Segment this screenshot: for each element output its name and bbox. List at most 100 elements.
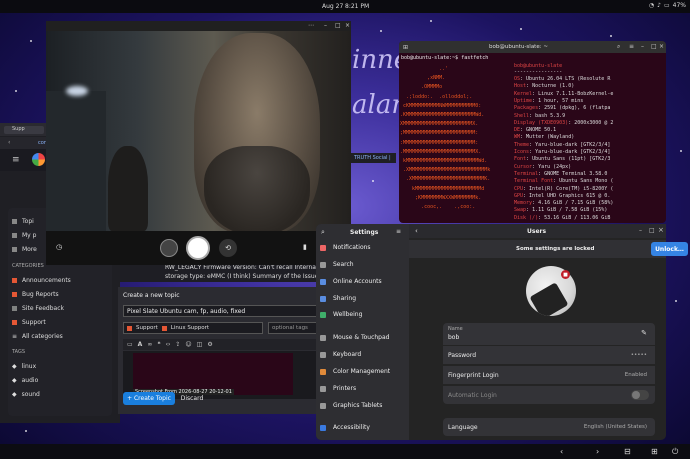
switch-camera-icon[interactable]: ⟲ <box>219 239 237 257</box>
remove-avatar-icon[interactable]: ■ <box>561 270 570 279</box>
minimize-icon[interactable]: – <box>641 43 644 50</box>
sidebar-item-more[interactable]: More <box>12 246 37 253</box>
menu-icon[interactable]: ≡ <box>629 43 634 50</box>
tags-header[interactable]: TAGS <box>12 349 25 355</box>
gear-icon[interactable]: ⚙ <box>207 341 212 348</box>
bookmark-truth-social[interactable]: TRUTH Social | <box>354 155 391 161</box>
new-tab-icon[interactable]: ⊞ <box>403 44 408 51</box>
settings-item[interactable]: Notifications <box>333 244 371 251</box>
category-selector[interactable]: Support Linux Support <box>123 322 263 334</box>
category-bug-reports[interactable]: Bug Reports <box>12 291 59 298</box>
search-icon[interactable]: ⌕ <box>321 228 325 237</box>
all-categories-link[interactable]: ≡ All categories <box>12 333 63 340</box>
system-tray[interactable]: ◔ ♪ ▭ 47% <box>649 2 686 9</box>
tag-icon: ◆ <box>12 377 17 384</box>
autologin-label: Automatic Login <box>448 392 497 399</box>
toggle-preview-icon[interactable]: ▭ <box>127 341 133 348</box>
info-value: : bash 5.3.9 <box>529 112 566 119</box>
menu-icon[interactable]: ⋯ <box>308 22 314 29</box>
timer-icon[interactable]: ◷ <box>56 243 62 251</box>
power-icon[interactable]: ⏻ <box>672 447 678 457</box>
settings-item[interactable]: Sharing <box>333 295 356 302</box>
minimize-icon[interactable]: – <box>639 227 642 234</box>
category-site-feedback[interactable]: Site Feedback <box>12 305 64 312</box>
tag-sound[interactable]: ◆ sound <box>12 391 40 398</box>
info-value: : Yaru-blue-dark [GTK2/3/4] <box>529 141 611 148</box>
search-icon[interactable]: ⌕ <box>617 43 620 51</box>
logo-line: cKMMMMMMMMMMNWMMMMMMMMMM0: <box>400 102 482 109</box>
nav-forward-icon[interactable]: › <box>596 447 599 456</box>
settings-item[interactable]: Wellbeing <box>333 311 362 318</box>
categories-header[interactable]: CATEGORIES <box>12 263 44 269</box>
settings-item-icon <box>320 369 326 375</box>
minimize-icon[interactable]: – <box>324 22 327 29</box>
quote-icon[interactable]: ❝ <box>157 341 160 348</box>
tag-audio[interactable]: ◆ audio <box>12 377 38 384</box>
video-mode-icon[interactable]: ▮ <box>303 243 307 251</box>
unlock-button[interactable]: Unlock… <box>651 242 688 256</box>
maximize-icon[interactable]: □ <box>651 43 657 50</box>
password-row[interactable]: Password ••••• <box>443 346 655 364</box>
logo-line: .MMMMMMMMMMMMMMMMMMMMMMMMX. <box>400 148 482 155</box>
site-logo[interactable] <box>32 153 45 166</box>
settings-item-icon <box>320 386 326 392</box>
settings-item[interactable]: Accessibility <box>333 424 370 431</box>
info-key: Terminal Font <box>514 178 554 185</box>
settings-item[interactable]: Color Management <box>333 368 390 375</box>
composer-header: Create a new topic <box>123 292 180 299</box>
overview-icon[interactable]: ⊟ <box>624 447 631 456</box>
clock-time[interactable]: 8:21 PM <box>345 3 369 10</box>
bold-icon[interactable]: A <box>138 341 143 348</box>
topics-icon <box>12 219 17 224</box>
back-icon[interactable]: ‹ <box>8 139 10 146</box>
settings-item[interactable]: Search <box>333 261 354 268</box>
gallery-thumbnail[interactable] <box>160 239 178 257</box>
name-row[interactable]: Name bob ✎ <box>443 323 655 345</box>
fingerprint-label: Fingerprint Login <box>448 372 499 379</box>
clock-date[interactable]: Aug 27 <box>322 3 343 10</box>
close-icon[interactable]: × <box>659 43 664 50</box>
calendar-icon[interactable]: ◫ <box>197 341 203 348</box>
close-icon[interactable]: × <box>658 226 664 234</box>
discard-button[interactable]: Discard <box>176 392 208 405</box>
camera-viewfinder <box>46 31 351 231</box>
fingerprint-value: Enabled <box>624 372 647 378</box>
shutter-button[interactable] <box>186 236 210 260</box>
autologin-toggle[interactable] <box>631 390 649 400</box>
settings-item[interactable]: Online Accounts <box>333 278 382 285</box>
ubuntu-ascii-logo: ..' ,xNMM. .OMMMMo .;loddo:. .olloddol;.… <box>400 66 512 222</box>
lock-banner: Some settings are locked <box>409 240 666 258</box>
upload-icon[interactable]: ⇪ <box>175 341 180 348</box>
settings-item-icon <box>320 296 326 302</box>
topic-title-input[interactable]: Pixel Slate Ubuntu cam, fp, audio, fixed <box>123 305 347 317</box>
code-icon[interactable]: ‹› <box>166 341 171 348</box>
settings-item[interactable]: Graphics Tablets <box>333 402 382 409</box>
nav-back-icon[interactable]: ‹ <box>560 447 563 456</box>
menu-icon[interactable]: ≡ <box>396 228 401 235</box>
back-icon[interactable]: ‹ <box>415 227 418 235</box>
info-line: Memory: 4.16 GiB / 7.15 GiB (58%) <box>514 200 613 206</box>
fingerprint-row[interactable]: Fingerprint Login Enabled <box>443 366 655 384</box>
info-value: : Yaru-blue-dark [GTK2/3/4] <box>529 149 611 155</box>
tag-linux[interactable]: ◆ linux <box>12 363 36 370</box>
category-announcements[interactable]: Announcements <box>12 277 71 284</box>
settings-item[interactable]: Printers <box>333 385 356 392</box>
sidebar-item-topics[interactable]: Topi <box>12 218 34 225</box>
emoji-icon[interactable]: ☺ <box>185 341 191 348</box>
edit-icon[interactable]: ✎ <box>641 329 647 337</box>
language-row[interactable]: Language English (United States) <box>443 418 655 436</box>
maximize-icon[interactable]: □ <box>649 227 655 234</box>
create-topic-button[interactable]: + Create Topic <box>123 392 175 405</box>
sidebar-item-my-posts[interactable]: My p <box>12 232 36 239</box>
users-header: ‹ Users – □ × <box>409 224 666 238</box>
apps-grid-icon[interactable]: ⊞ <box>651 447 658 456</box>
maximize-icon[interactable]: □ <box>335 22 341 29</box>
category-support[interactable]: Support <box>12 319 46 326</box>
category-color-swatch <box>161 325 167 331</box>
settings-item[interactable]: Keyboard <box>333 351 361 358</box>
browser-tab[interactable]: Supp <box>4 126 44 134</box>
settings-item[interactable]: Mouse & Touchpad <box>333 334 389 341</box>
close-icon[interactable]: × <box>345 22 350 29</box>
hamburger-icon[interactable]: ≡ <box>12 155 20 165</box>
link-icon[interactable]: ∞ <box>147 341 152 348</box>
